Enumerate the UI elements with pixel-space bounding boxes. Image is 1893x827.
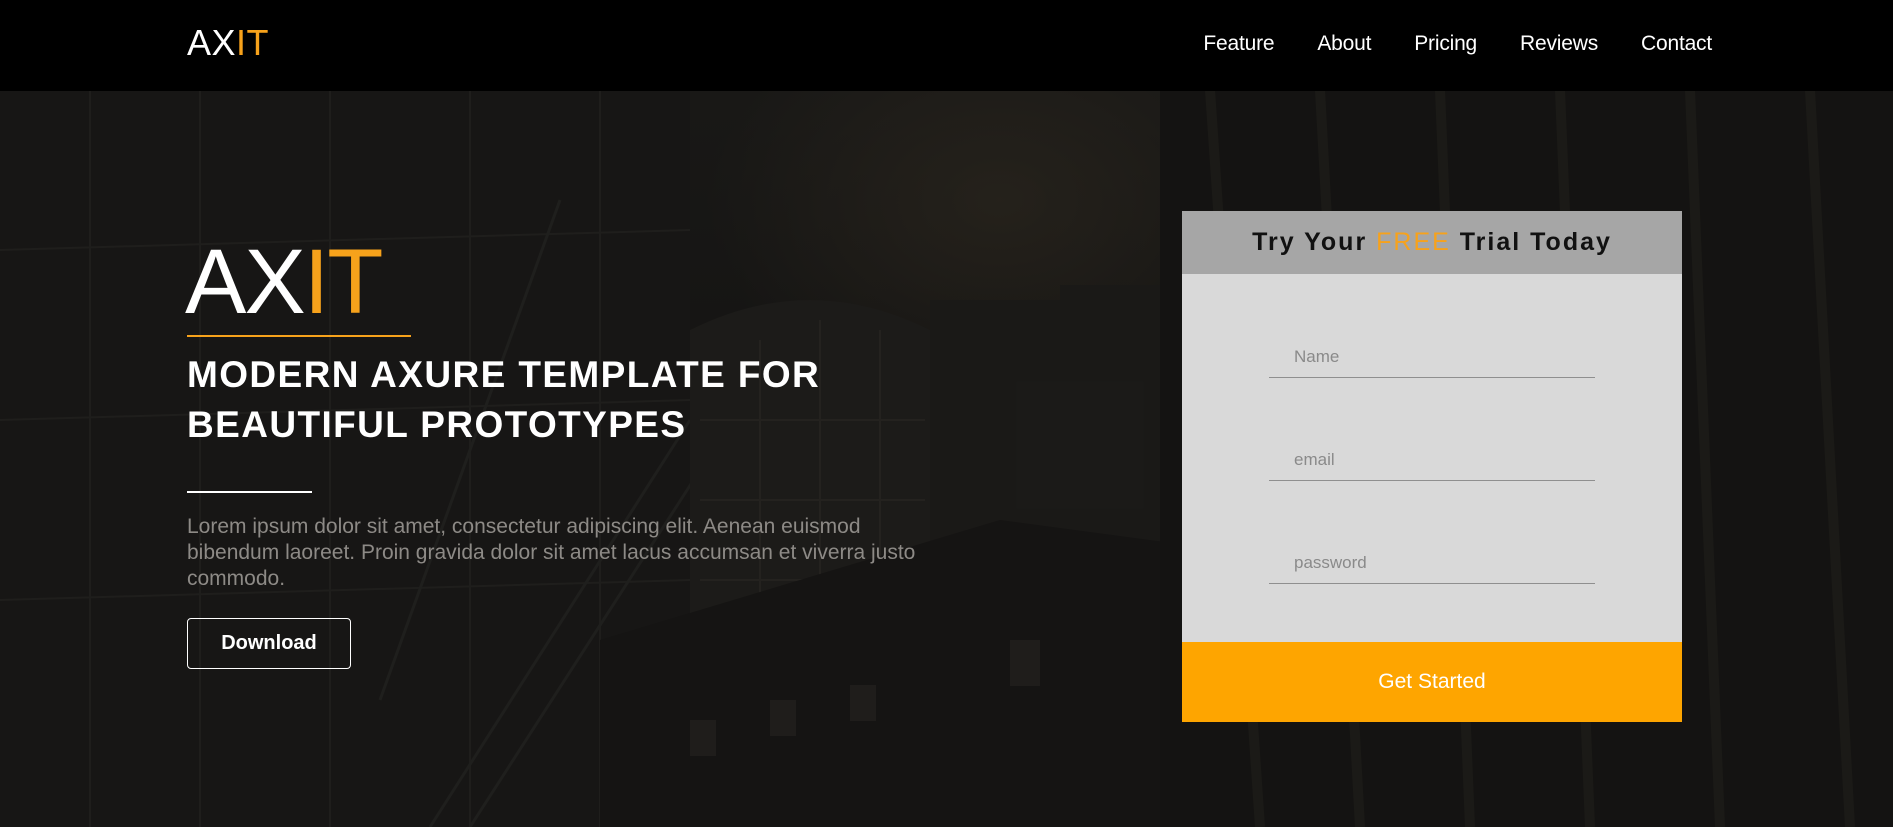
main-nav: Feature About Pricing Reviews Contact [1203, 30, 1712, 58]
hero-logo-accent: IT [303, 231, 384, 333]
name-field[interactable] [1269, 336, 1595, 378]
email-field[interactable] [1269, 439, 1595, 481]
hero-title-line-1: MODERN AXURE TEMPLATE FOR [187, 354, 821, 395]
heading-text-before: Try Your [1252, 228, 1368, 256]
brand-logo-main: AX [187, 22, 237, 63]
hero-white-divider [187, 491, 312, 493]
hero-accent-divider [187, 335, 411, 337]
get-started-button[interactable]: Get Started [1182, 642, 1682, 722]
heading-text-after: Trial Today [1459, 228, 1612, 256]
signup-form [1182, 274, 1682, 642]
brand-logo-accent: IT [236, 22, 270, 63]
nav-link-contact[interactable]: Contact [1641, 30, 1712, 58]
hero-logo-main: AX [185, 231, 306, 333]
heading-highlight-free: FREE [1376, 228, 1451, 256]
hero-title-line-2: BEAUTIFUL PROTOTYPES [187, 404, 687, 445]
password-field[interactable] [1269, 542, 1595, 584]
free-trial-heading: Try Your FREE Trial Today [1182, 211, 1682, 274]
nav-link-reviews[interactable]: Reviews [1520, 30, 1598, 58]
brand-logo[interactable]: AXIT [187, 22, 269, 64]
hero-description: Lorem ipsum dolor sit amet, consectetur … [187, 515, 916, 590]
nav-link-about[interactable]: About [1317, 30, 1371, 58]
nav-link-pricing[interactable]: Pricing [1414, 30, 1477, 58]
nav-link-feature[interactable]: Feature [1203, 30, 1274, 58]
hero-title: MODERN AXURE TEMPLATE FOR BEAUTIFUL PROT… [187, 350, 947, 450]
top-navbar: AXIT Feature About Pricing Reviews Conta… [0, 0, 1893, 91]
hero-logo: AXIT [185, 231, 384, 333]
free-trial-card: Try Your FREE Trial Today Get Started [1182, 211, 1682, 722]
download-button[interactable]: Download [187, 618, 351, 669]
